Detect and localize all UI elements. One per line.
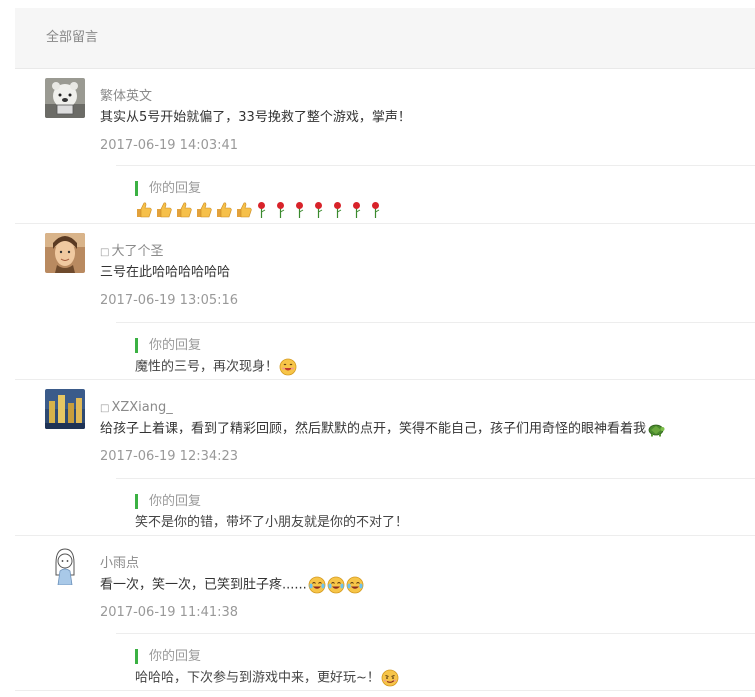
rose-icon (255, 201, 268, 219)
thumbs-up-icon (235, 201, 253, 219)
comment-author: 小雨点 (100, 556, 140, 571)
comment-author: □ XZXiang_ (100, 400, 173, 417)
thumbs-up-icon (155, 201, 173, 219)
name-prefix-icon: □ (100, 403, 110, 414)
comment-divider (15, 223, 755, 224)
tears-of-joy-emoji-icon (327, 576, 345, 594)
reply-block: 你的回复 魔性的三号，再次现身！ (116, 322, 755, 387)
comment-divider (15, 690, 755, 691)
thumbs-up-icon (215, 201, 233, 219)
comment-time: 2017-06-19 11:41:38 (100, 605, 239, 620)
reply-label: 你的回复 (135, 494, 201, 509)
comment-author: □ 大了个圣 (100, 244, 163, 261)
reply-text: 笑不是你的错，带坏了小朋友就是你的不对了！ (135, 515, 409, 530)
comment-time: 2017-06-19 14:03:41 (100, 138, 239, 153)
comment-text: 三号在此哈哈哈哈哈哈 (100, 265, 231, 280)
reply-text: 魔性的三号，再次现身！ (135, 358, 297, 377)
comments-header-title: 全部留言 (46, 30, 99, 45)
thumbs-up-icon (135, 201, 153, 219)
avatar[interactable] (45, 545, 85, 585)
reply-block: 你的回复 笑不是你的错，带坏了小朋友就是你的不对了！ (116, 478, 755, 543)
reply-label: 你的回复 (135, 649, 201, 664)
comment-text-content: 看一次，笑一次，已笑到肚子疼...... (100, 577, 307, 593)
tears-of-joy-emoji-icon (308, 576, 326, 594)
comment-author: 繁体英文 (100, 89, 153, 104)
rose-icon (350, 201, 363, 219)
comments-header: 全部留言 (15, 8, 755, 69)
reply-block: 你的回复 (116, 165, 755, 230)
reply-text-content: 魔性的三号，再次现身！ (135, 359, 279, 375)
comment-text-content: 给孩子上着课，看到了精彩回顾，然后默默的点开，笑得不能自己，孩子们用奇怪的眼神看… (100, 421, 647, 437)
smirk-emoji-icon (381, 669, 399, 687)
reply-text (135, 201, 388, 220)
comment-time: 2017-06-19 13:05:16 (100, 293, 239, 308)
rose-icon (369, 201, 382, 219)
name-prefix-icon: □ (100, 247, 110, 258)
reply-label: 你的回复 (135, 338, 201, 353)
comment-text: 其实从5号开始就偏了，33号挽救了整个游戏，掌声！ (100, 110, 411, 125)
reply-block: 你的回复 哈哈哈，下次参与到游戏中来，更好玩~！ (116, 633, 755, 697)
avatar[interactable] (45, 78, 85, 118)
rose-icon (293, 201, 306, 219)
rose-icon (274, 201, 287, 219)
comment-time: 2017-06-19 12:34:23 (100, 449, 239, 464)
comment-author-name: 大了个圣 (111, 244, 164, 259)
tears-of-joy-emoji-icon (346, 576, 364, 594)
comments-panel: 全部留言 繁体英文 其实从5号开始就偏了，33号挽救了整个游戏，掌声！ 2017… (15, 8, 755, 697)
avatar[interactable] (45, 233, 85, 273)
avatar[interactable] (45, 389, 85, 429)
reply-label: 你的回复 (135, 181, 201, 196)
comment-text: 看一次，笑一次，已笑到肚子疼...... (100, 576, 364, 595)
comment-divider (15, 379, 755, 380)
grin-emoji-icon (279, 358, 297, 376)
thumbs-up-icon (195, 201, 213, 219)
reply-text: 哈哈哈，下次参与到游戏中来，更好玩~！ (135, 669, 399, 688)
comment-divider (15, 535, 755, 536)
turtle-emoji-icon (647, 420, 665, 438)
comment-text: 给孩子上着课，看到了精彩回顾，然后默默的点开，笑得不能自己，孩子们用奇怪的眼神看… (100, 420, 665, 439)
reply-text-content: 哈哈哈，下次参与到游戏中来，更好玩~！ (135, 670, 380, 686)
rose-icon (331, 201, 344, 219)
thumbs-up-icon (175, 201, 193, 219)
comment-author-name: XZXiang_ (111, 400, 173, 415)
rose-icon (312, 201, 325, 219)
